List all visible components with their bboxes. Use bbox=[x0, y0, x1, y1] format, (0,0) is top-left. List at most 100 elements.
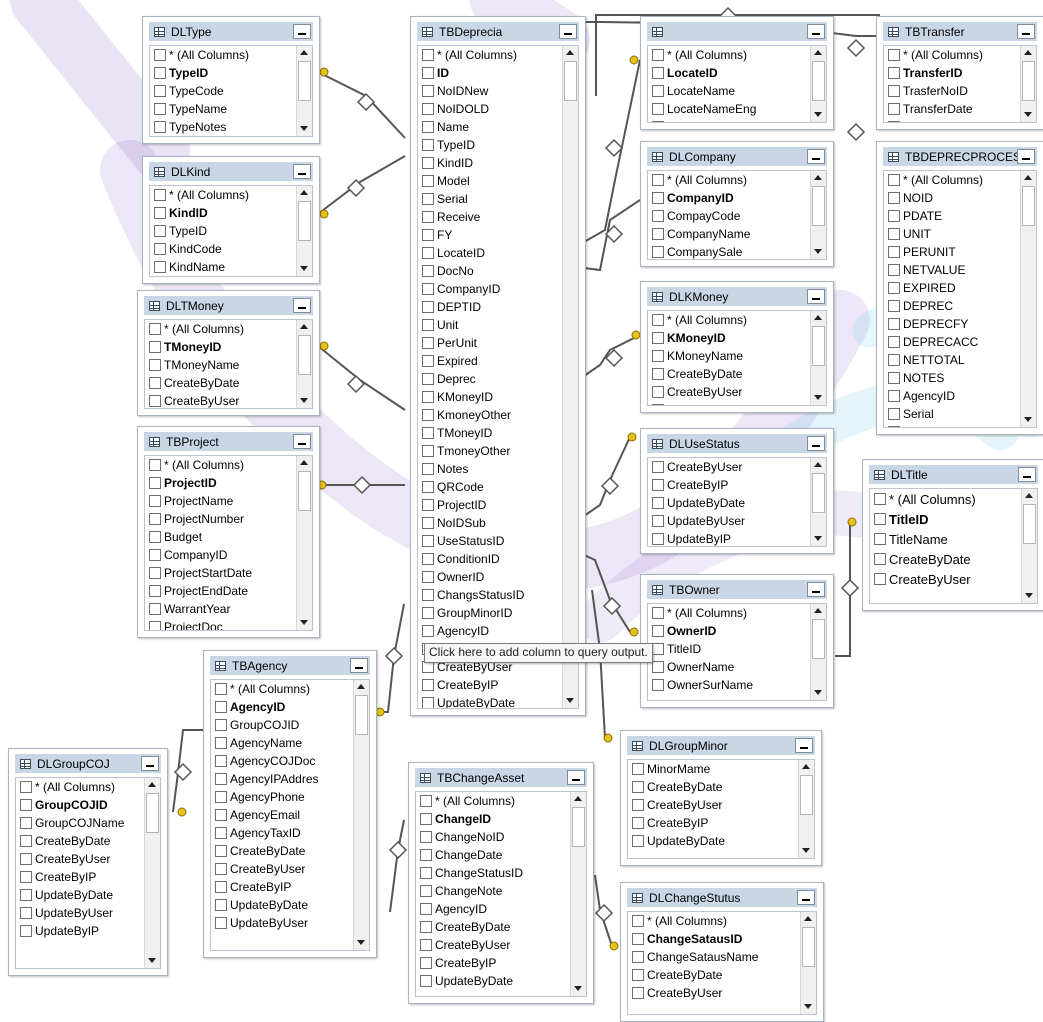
column-row[interactable]: AgencyTaxID bbox=[211, 824, 354, 842]
column-row[interactable]: CreateByUser bbox=[648, 458, 811, 476]
column-checkbox[interactable] bbox=[652, 479, 664, 491]
scrollbar[interactable] bbox=[810, 171, 826, 259]
column-checkbox[interactable] bbox=[422, 319, 434, 331]
column-row[interactable]: ChangeDate bbox=[416, 846, 571, 864]
column-checkbox[interactable] bbox=[652, 368, 664, 380]
column-checkbox[interactable] bbox=[154, 49, 166, 61]
column-row[interactable]: CreateByDate bbox=[211, 842, 354, 860]
column-checkbox[interactable] bbox=[652, 192, 664, 204]
scrollbar[interactable] bbox=[810, 458, 826, 546]
column-checkbox[interactable] bbox=[422, 427, 434, 439]
column-row[interactable]: TypeName bbox=[150, 100, 297, 118]
column-checkbox[interactable] bbox=[149, 549, 161, 561]
column-row[interactable]: CompanyName bbox=[648, 225, 811, 243]
table-header[interactable]: DLTitle bbox=[869, 465, 1038, 484]
scroll-thumb[interactable] bbox=[1023, 504, 1036, 544]
scroll-thumb[interactable] bbox=[572, 807, 585, 847]
column-row[interactable]: KMoneyID bbox=[418, 388, 563, 406]
column-checkbox[interactable] bbox=[422, 229, 434, 241]
column-checkbox[interactable] bbox=[422, 571, 434, 583]
column-row[interactable]: TrasferNoID bbox=[884, 82, 1021, 100]
scroll-up-icon[interactable] bbox=[799, 760, 814, 774]
column-checkbox[interactable] bbox=[652, 643, 664, 655]
column-row[interactable]: TitleName bbox=[870, 529, 1022, 549]
table-header[interactable]: DLGroupCOJ bbox=[15, 754, 161, 773]
column-row[interactable]: UpdateByDate bbox=[16, 886, 145, 904]
column-row[interactable]: KindName bbox=[150, 258, 297, 276]
column-row[interactable]: Name bbox=[418, 118, 563, 136]
minimize-button[interactable] bbox=[559, 24, 577, 39]
column-row[interactable]: UpdateByUser bbox=[648, 512, 811, 530]
column-row[interactable]: AgencyName bbox=[211, 734, 354, 752]
column-row[interactable]: UpdateByDate bbox=[648, 494, 811, 512]
table-dlgroupcoj[interactable]: DLGroupCOJ * (All Columns) GroupCOJID Group… bbox=[8, 748, 168, 976]
column-checkbox[interactable] bbox=[149, 323, 161, 335]
column-row[interactable]: Expired bbox=[418, 352, 563, 370]
column-checkbox[interactable] bbox=[20, 817, 32, 829]
column-checkbox[interactable] bbox=[888, 210, 900, 222]
scroll-up-icon[interactable] bbox=[1021, 46, 1036, 60]
scroll-up-icon[interactable] bbox=[297, 456, 312, 470]
column-row[interactable]: Notes bbox=[418, 460, 563, 478]
column-checkbox[interactable] bbox=[420, 975, 432, 987]
scrollbar[interactable] bbox=[800, 912, 816, 1014]
column-checkbox[interactable] bbox=[422, 283, 434, 295]
column-checkbox[interactable] bbox=[422, 553, 434, 565]
column-row[interactable]: UpdateByIP bbox=[16, 922, 145, 940]
column-checkbox[interactable] bbox=[215, 773, 227, 785]
column-checkbox[interactable] bbox=[652, 314, 664, 326]
column-row[interactable]: GroupCOJID bbox=[16, 796, 145, 814]
table-tbdeprecprocess[interactable]: TBDEPRECPROCESS * (All Columns) NOID PDATE U… bbox=[876, 141, 1043, 435]
minimize-button[interactable] bbox=[1017, 24, 1035, 39]
scroll-thumb[interactable] bbox=[1022, 61, 1035, 101]
column-row[interactable]: CreateByIP bbox=[418, 676, 563, 694]
column-row[interactable]: AgencyID bbox=[648, 118, 811, 122]
table-header[interactable] bbox=[647, 22, 827, 41]
table-header[interactable]: DLType bbox=[149, 22, 313, 41]
column-row[interactable]: TypeID bbox=[150, 222, 297, 240]
column-checkbox[interactable] bbox=[888, 228, 900, 240]
column-checkbox[interactable] bbox=[888, 264, 900, 276]
minimize-button[interactable] bbox=[293, 298, 311, 313]
minimize-button[interactable] bbox=[1017, 149, 1035, 164]
minimize-button[interactable] bbox=[807, 582, 825, 597]
column-checkbox[interactable] bbox=[422, 697, 434, 708]
scroll-down-icon[interactable] bbox=[1021, 108, 1036, 122]
column-row[interactable]: UpdateByDate bbox=[418, 694, 563, 708]
column-checkbox[interactable] bbox=[154, 121, 166, 133]
column-row[interactable]: Serial bbox=[418, 190, 563, 208]
scroll-down-icon[interactable] bbox=[354, 936, 369, 950]
table-dlchangestutus[interactable]: DLChangeStutus * (All Columns) ChangeSatau… bbox=[620, 882, 824, 1022]
scroll-down-icon[interactable] bbox=[811, 532, 826, 546]
scroll-thumb[interactable] bbox=[802, 927, 815, 967]
column-checkbox[interactable] bbox=[888, 336, 900, 348]
table-dltype[interactable]: DLType * (All Columns) TypeID TypeCode TypeN… bbox=[142, 16, 320, 144]
column-checkbox[interactable] bbox=[874, 533, 886, 545]
column-checkbox[interactable] bbox=[422, 175, 434, 187]
column-checkbox[interactable] bbox=[632, 835, 644, 847]
column-checkbox[interactable] bbox=[652, 85, 664, 97]
column-row[interactable]: UpdateByDate bbox=[416, 972, 571, 990]
table-locate-table[interactable]: * (All Columns) LocateID LocateName LocateN… bbox=[640, 16, 834, 130]
column-checkbox[interactable] bbox=[422, 49, 434, 61]
column-checkbox[interactable] bbox=[20, 871, 32, 883]
column-checkbox[interactable] bbox=[149, 603, 161, 615]
column-row[interactable]: ProjectID bbox=[418, 496, 563, 514]
column-checkbox[interactable] bbox=[888, 372, 900, 384]
table-header[interactable]: DLGroupMinor bbox=[627, 736, 815, 755]
scroll-up-icon[interactable] bbox=[297, 186, 312, 200]
column-checkbox[interactable] bbox=[874, 513, 886, 525]
table-dlkind[interactable]: DLKind * (All Columns) KindID TypeID KindCod… bbox=[142, 156, 320, 284]
column-checkbox[interactable] bbox=[652, 246, 664, 258]
minimize-button[interactable] bbox=[141, 756, 159, 771]
minimize-button[interactable] bbox=[807, 149, 825, 164]
scrollbar[interactable] bbox=[353, 680, 369, 950]
column-row[interactable]: AgencyIPAddres bbox=[211, 770, 354, 788]
column-checkbox[interactable] bbox=[420, 957, 432, 969]
column-row[interactable]: TMoneyID bbox=[145, 338, 297, 356]
column-row[interactable]: AgencyPhone bbox=[211, 788, 354, 806]
minimize-button[interactable] bbox=[797, 890, 815, 905]
column-row[interactable]: TitleID bbox=[648, 640, 811, 658]
column-row[interactable]: ProjectDoc bbox=[145, 618, 297, 630]
scroll-down-icon[interactable] bbox=[297, 616, 312, 630]
